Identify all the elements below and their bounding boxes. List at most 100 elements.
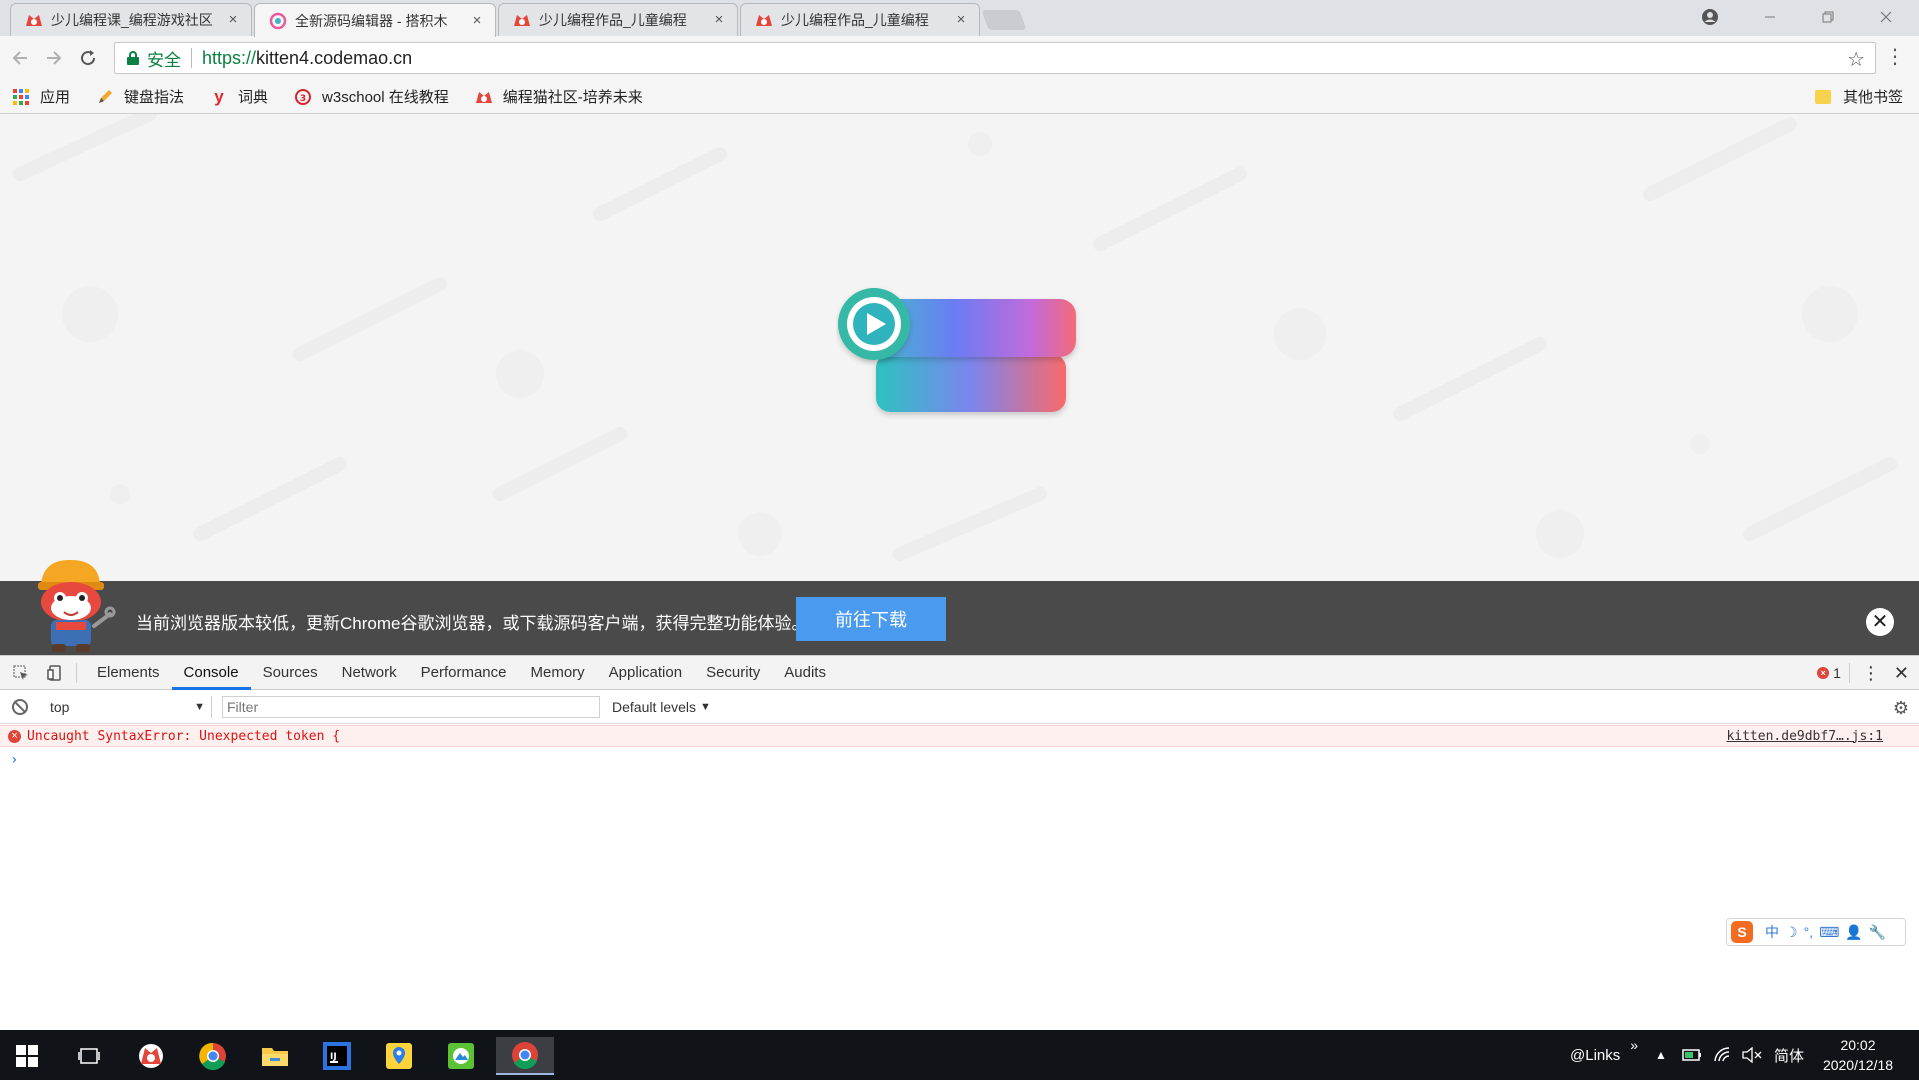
tab-close-icon[interactable]: × — [953, 12, 969, 28]
w3school-icon: 3 — [294, 88, 312, 106]
devtools-close-icon[interactable]: ✕ — [1894, 663, 1909, 684]
url-host: kitten4.codemao.cn — [256, 47, 413, 68]
inspect-element-icon[interactable] — [8, 660, 34, 686]
console-prompt[interactable]: › — [10, 752, 18, 768]
minimize-window-icon[interactable] — [1746, 0, 1794, 34]
tab-performance[interactable]: Performance — [409, 656, 519, 690]
browser-tab-2[interactable]: 全新源码编辑器 - 搭积木 × — [254, 3, 496, 37]
intellij-icon[interactable]: IJ — [314, 1037, 360, 1075]
devtools-panel: Elements Console Sources Network Perform… — [0, 655, 1919, 1030]
banner-close-icon[interactable]: ✕ — [1866, 608, 1894, 636]
secure-label: 安全 — [147, 50, 181, 70]
links-toolbar[interactable]: @Links » — [1570, 1030, 1638, 1080]
tab-elements[interactable]: Elements — [85, 656, 172, 690]
devtools-right-controls: × 1 ⋮ ✕ — [1817, 656, 1909, 690]
reload-icon[interactable] — [74, 44, 102, 72]
tray-expand-icon[interactable]: ▲ — [1655, 1030, 1667, 1080]
ime-tools-icon[interactable]: 🔧 — [1869, 924, 1886, 941]
youdao-icon: y — [214, 86, 224, 106]
browser-tab-3[interactable]: 少儿编程作品_儿童编程 × — [498, 3, 738, 36]
bookmark-dictionary[interactable]: y 词典 — [210, 86, 268, 107]
error-count[interactable]: 1 — [1833, 665, 1841, 681]
ime-lang-toggle[interactable]: 中 — [1765, 922, 1779, 942]
ime-mode-indicator[interactable]: 简体 — [1774, 1030, 1804, 1080]
download-client-button[interactable]: 前往下载 — [796, 597, 946, 641]
tab-close-icon[interactable]: × — [225, 12, 241, 28]
codemao-favicon-icon — [25, 11, 43, 29]
bookmark-w3school[interactable]: 3 w3school 在线教程 — [294, 86, 449, 107]
codemao-app-icon[interactable] — [128, 1037, 174, 1075]
sogou-logo-icon: S — [1731, 921, 1753, 943]
error-count-icon[interactable]: × — [1817, 667, 1830, 679]
profile-icon[interactable] — [1686, 0, 1734, 34]
url-scheme: https:// — [202, 47, 257, 68]
forward-arrow-icon[interactable] — [40, 44, 68, 72]
svg-text:3: 3 — [300, 94, 306, 104]
ime-keyboard-icon[interactable]: ⌨ — [1819, 924, 1839, 941]
log-levels-label: Default levels — [612, 698, 697, 715]
battery-icon[interactable] — [1682, 1030, 1702, 1080]
chrome-active-icon[interactable] — [496, 1037, 554, 1075]
tab-security[interactable]: Security — [694, 656, 772, 690]
apps-grid-icon — [12, 88, 30, 106]
codemao-favicon-icon — [513, 11, 531, 29]
clear-console-icon[interactable] — [12, 698, 28, 715]
tab-sources[interactable]: Sources — [251, 656, 330, 690]
new-tab-button[interactable] — [981, 10, 1027, 30]
links-label[interactable]: @Links — [1570, 1047, 1620, 1064]
browser-menu-icon[interactable]: ⋮ — [1885, 44, 1905, 69]
tab-memory[interactable]: Memory — [519, 656, 597, 690]
browser-tab-1[interactable]: 少儿编程课_编程游戏社区 × — [10, 3, 252, 36]
devtools-menu-icon[interactable]: ⋮ — [1862, 663, 1880, 684]
context-value: top — [50, 698, 70, 715]
omnibox-divider — [191, 48, 192, 68]
tab-network[interactable]: Network — [330, 656, 409, 690]
sogou-ime-toolbar[interactable]: S 中 ☽ °, ⌨ 👤 🔧 — [1726, 918, 1906, 946]
links-chevron-icon[interactable]: » — [1630, 1037, 1638, 1053]
restore-window-icon[interactable] — [1804, 0, 1852, 34]
system-clock[interactable]: 20:02 2020/12/18 — [1808, 1035, 1908, 1075]
codemao-icon — [475, 88, 493, 106]
tab-console[interactable]: Console — [171, 656, 251, 690]
tab-audits[interactable]: Audits — [772, 656, 838, 690]
lock-icon — [127, 51, 139, 65]
close-window-icon[interactable] — [1862, 0, 1910, 34]
devtools-separator — [76, 662, 77, 683]
log-levels-dropdown[interactable]: Default levels ▼ — [612, 699, 711, 715]
address-bar[interactable]: 安全 https:// kitten4.codemao.cn ☆ — [114, 42, 1876, 74]
console-error-row: × Uncaught SyntaxError: Unexpected token… — [0, 725, 1919, 747]
ime-punctuation-icon[interactable]: °, — [1804, 924, 1814, 940]
bookmark-apps[interactable]: 应用 — [12, 86, 70, 107]
console-settings-gear-icon[interactable]: ⚙ — [1893, 698, 1909, 719]
dropdown-arrow-icon: ▼ — [700, 700, 711, 713]
start-icon[interactable] — [4, 1037, 50, 1075]
back-arrow-icon[interactable] — [6, 44, 34, 72]
wifi-icon[interactable] — [1714, 1030, 1732, 1080]
task-view-icon[interactable] — [66, 1037, 112, 1075]
error-icon: × — [8, 729, 21, 743]
ime-user-icon[interactable]: 👤 — [1845, 924, 1862, 941]
tab-close-icon[interactable]: × — [711, 12, 727, 28]
browser-tab-4[interactable]: 少儿编程作品_儿童编程 × — [740, 3, 980, 36]
tab-strip: 少儿编程课_编程游戏社区 × 全新源码编辑器 - 搭积木 × 少儿编程作品_儿童… — [0, 0, 1919, 37]
codemao-favicon-icon — [755, 11, 773, 29]
tab-close-icon[interactable]: × — [469, 12, 485, 29]
tab-application[interactable]: Application — [597, 656, 694, 690]
ime-moon-icon[interactable]: ☽ — [1785, 924, 1798, 941]
volume-muted-icon[interactable] — [1742, 1030, 1762, 1080]
bookmark-star-icon[interactable]: ☆ — [1847, 47, 1865, 72]
context-selector[interactable]: top ▼ — [38, 695, 212, 718]
chrome-icon[interactable] — [190, 1037, 236, 1075]
console-filter-input[interactable] — [222, 695, 600, 718]
file-explorer-icon[interactable] — [252, 1037, 298, 1075]
maps-icon[interactable] — [376, 1037, 422, 1075]
device-toolbar-icon[interactable] — [42, 660, 68, 686]
dropdown-arrow-icon: ▼ — [194, 700, 205, 713]
photos-icon[interactable] — [438, 1037, 484, 1075]
other-bookmarks[interactable]: 其他书签 — [1814, 86, 1903, 107]
error-source-link[interactable]: kitten.de9dbf7….js:1 — [1726, 729, 1883, 744]
bookmark-typing[interactable]: 键盘指法 — [96, 86, 184, 107]
bookmark-codemao[interactable]: 编程猫社区-培养未来 — [475, 86, 643, 107]
bookmark-label: 应用 — [40, 89, 71, 106]
browser-toolbar: 安全 https:// kitten4.codemao.cn ☆ ⋮ — [0, 36, 1919, 80]
